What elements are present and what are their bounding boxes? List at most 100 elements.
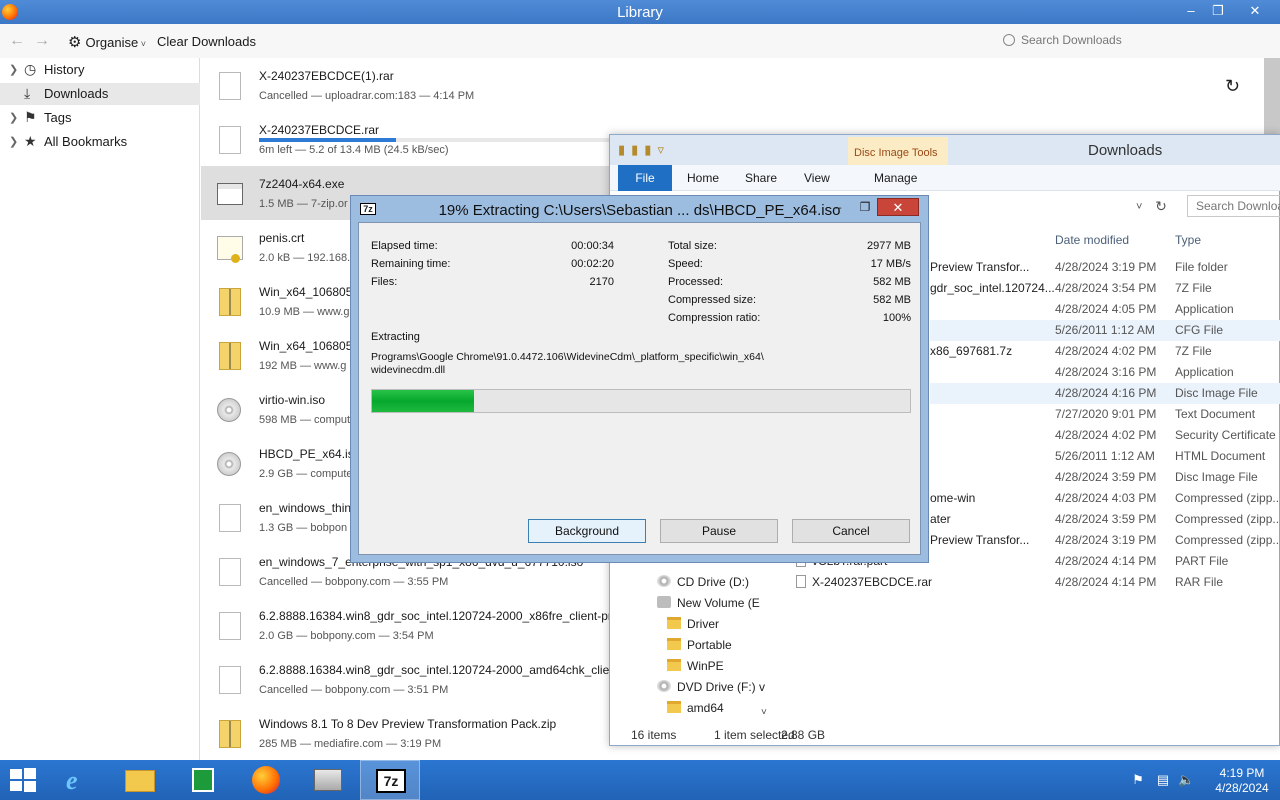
store-icon[interactable] (173, 760, 233, 800)
maximize-button[interactable]: ❐ (854, 199, 876, 217)
explorer-row[interactable]: ater 4/28/2024 3:59 PM Compressed (zipp... (930, 509, 1280, 530)
clear-downloads-button[interactable]: Clear Downloads (157, 34, 256, 49)
explorer-row[interactable]: 7/27/2020 9:01 PM Text Document (930, 404, 1280, 425)
chevron-right-icon[interactable]: ❯ (9, 59, 18, 81)
nav-winpe[interactable]: WinPE (667, 656, 724, 677)
explorer-row-type: Compressed (zipp... (1175, 512, 1280, 526)
organise-button[interactable]: ⚙ Organise ˅ (68, 33, 146, 51)
file-icon (217, 72, 243, 102)
folder-icon (667, 617, 681, 629)
background-button[interactable]: Background (528, 519, 646, 543)
download-name: 6.2.8888.16384.win8_gdr_soc_intel.120724… (259, 609, 635, 623)
explorer-row-date: 4/28/2024 3:19 PM (1055, 533, 1157, 547)
scroll-down-icon[interactable]: ˅ (761, 707, 767, 718)
explorer-row[interactable]: 5/26/2011 1:12 AM CFG File (930, 320, 1280, 341)
tab-manage[interactable]: Manage (874, 171, 917, 185)
sidebar-item-tags[interactable]: ❯ ⚑ Tags (0, 107, 200, 129)
disc-icon (657, 575, 671, 587)
minimize-button[interactable]: – (1176, 0, 1206, 22)
explorer-row-date: 4/28/2024 3:59 PM (1055, 512, 1157, 526)
7zip-titlebar[interactable]: 7z 19% Extracting C:\Users\Sebastian ...… (351, 196, 928, 222)
sidebar-item-downloads[interactable]: ⤓ Downloads (0, 83, 200, 105)
column-type[interactable]: Type (1175, 233, 1201, 247)
nav-portable[interactable]: Portable (667, 635, 732, 656)
column-date-modified[interactable]: Date modified (1055, 233, 1129, 247)
forward-arrow-icon[interactable]: → (34, 32, 50, 50)
processed-label: Processed: (668, 276, 724, 288)
explorer-search-input[interactable]: Search Downloads (1187, 195, 1280, 217)
file-explorer-icon[interactable] (110, 760, 170, 800)
explorer-row[interactable]: 5/26/2011 1:12 AM HTML Document (930, 446, 1280, 467)
explorer-row[interactable]: 4/28/2024 4:14 PM PART File (930, 551, 1280, 572)
7zip-taskbar-icon[interactable]: 7z (360, 760, 420, 800)
disc-image-icon (217, 450, 243, 480)
compression-ratio-label: Compression ratio: (668, 312, 761, 324)
chevron-right-icon[interactable]: ❯ (9, 107, 18, 129)
file-name: X-240237EBCDCE.rar (812, 575, 933, 589)
clock-icon: ◷ (24, 61, 37, 77)
explorer-row-type: RAR File (1175, 575, 1224, 589)
library-titlebar[interactable]: Library – ❐ ✕ (0, 0, 1280, 24)
extracting-label: Extracting (371, 331, 420, 343)
explorer-row[interactable]: Preview Transfor... 4/28/2024 3:19 PM File… (930, 257, 1280, 278)
disc-image-icon (217, 396, 243, 426)
download-row[interactable]: X-240237EBCDCE(1).rar Cancelled — uploadr… (201, 58, 1280, 112)
tab-home[interactable]: Home (687, 171, 719, 185)
internet-explorer-icon[interactable]: e (50, 760, 110, 800)
explorer-row[interactable]: Preview Transfor... 4/28/2024 3:19 PM Comp… (930, 530, 1280, 551)
explorer-row-date: 4/28/2024 4:02 PM (1055, 428, 1157, 442)
tab-view[interactable]: View (804, 171, 830, 185)
explorer-row-type: PART File (1175, 554, 1229, 568)
chevron-down-icon[interactable]: ˅ (1136, 201, 1142, 213)
pause-button[interactable]: Pause (660, 519, 778, 543)
sidebar-item-history[interactable]: ❯ ◷ History (0, 59, 200, 81)
explorer-row[interactable]: 4/28/2024 3:16 PM Application (930, 362, 1280, 383)
back-arrow-icon[interactable]: ← (9, 32, 25, 50)
close-button[interactable]: ✕ (1240, 0, 1270, 22)
explorer-row[interactable]: 4/28/2024 4:05 PM Application (930, 299, 1280, 320)
nav-label: Portable (687, 638, 732, 652)
explorer-row[interactable]: ome-win 4/28/2024 4:03 PM Compressed (zipp… (930, 488, 1280, 509)
extracting-path: Programs\Google Chrome\91.0.4472.106\Wid… (371, 351, 764, 363)
cancel-button[interactable]: Cancel (792, 519, 910, 543)
search-downloads-input[interactable]: Search Downloads (1003, 33, 1273, 51)
file-row-rar[interactable]: X-240237EBCDCE.rar (796, 572, 932, 593)
archive-app-icon[interactable] (298, 760, 358, 800)
minimize-button[interactable]: – (827, 199, 849, 217)
restore-button[interactable]: ❐ (1203, 0, 1233, 22)
firefox-taskbar-icon[interactable] (236, 760, 296, 800)
clock[interactable]: 4:19 PM 4/28/2024 (1210, 766, 1274, 796)
volume-muted-icon[interactable]: 🔈 (1178, 772, 1194, 788)
library-title: Library (617, 4, 663, 21)
quick-access-toolbar[interactable]: ▮▮▮▿ (618, 142, 670, 158)
refresh-icon[interactable]: ↻ (1150, 195, 1172, 217)
nav-amd64[interactable]: amd64 (667, 698, 724, 719)
explorer-row[interactable]: 4/28/2024 4:14 PM RAR File (930, 572, 1280, 593)
download-name: HBCD_PE_x64.iso (259, 447, 361, 461)
certificate-icon (217, 234, 243, 264)
flag-icon[interactable]: ⚑ (1130, 772, 1146, 788)
nav-dvd-drive[interactable]: DVD Drive (F:) v (657, 677, 765, 698)
windows-start-icon[interactable] (10, 768, 36, 792)
explorer-row[interactable]: 4/28/2024 3:59 PM Disc Image File (930, 467, 1280, 488)
folder-icon (667, 701, 681, 713)
network-icon[interactable]: ▤ (1155, 772, 1171, 788)
chevron-right-icon[interactable]: ❯ (9, 131, 18, 153)
nav-driver[interactable]: Driver (667, 614, 719, 635)
explorer-row[interactable]: 4/28/2024 4:02 PM Security Certificate (930, 425, 1280, 446)
close-button[interactable]: ✕ (877, 198, 919, 216)
taskbar: e 7z ⚑ ▤ 🔈 4:19 PM 4/28/2024 (0, 760, 1280, 800)
download-status: 2.0 GB — bobpony.com — 3:54 PM (259, 630, 434, 642)
nav-new-volume[interactable]: New Volume (E (657, 593, 760, 614)
nav-cd-drive[interactable]: CD Drive (D:) (657, 572, 749, 593)
download-status: 10.9 MB — www.g (259, 306, 350, 318)
explorer-row-date: 4/28/2024 4:05 PM (1055, 302, 1157, 316)
explorer-row[interactable]: gdr_soc_intel.120724... 4/28/2024 3:54 PM… (930, 278, 1280, 299)
sidebar-item-all-bookmarks[interactable]: ❯ ★ All Bookmarks (0, 131, 200, 153)
explorer-row[interactable]: x86_697681.7z 4/28/2024 4:02 PM 7Z File (930, 341, 1280, 362)
tab-share[interactable]: Share (745, 171, 777, 185)
tab-file[interactable]: File (618, 165, 672, 191)
explorer-row[interactable]: 4/28/2024 4:16 PM Disc Image File (930, 383, 1280, 404)
speed-value: 17 MB/s (870, 258, 911, 270)
gear-icon: ⚙ (68, 34, 82, 51)
